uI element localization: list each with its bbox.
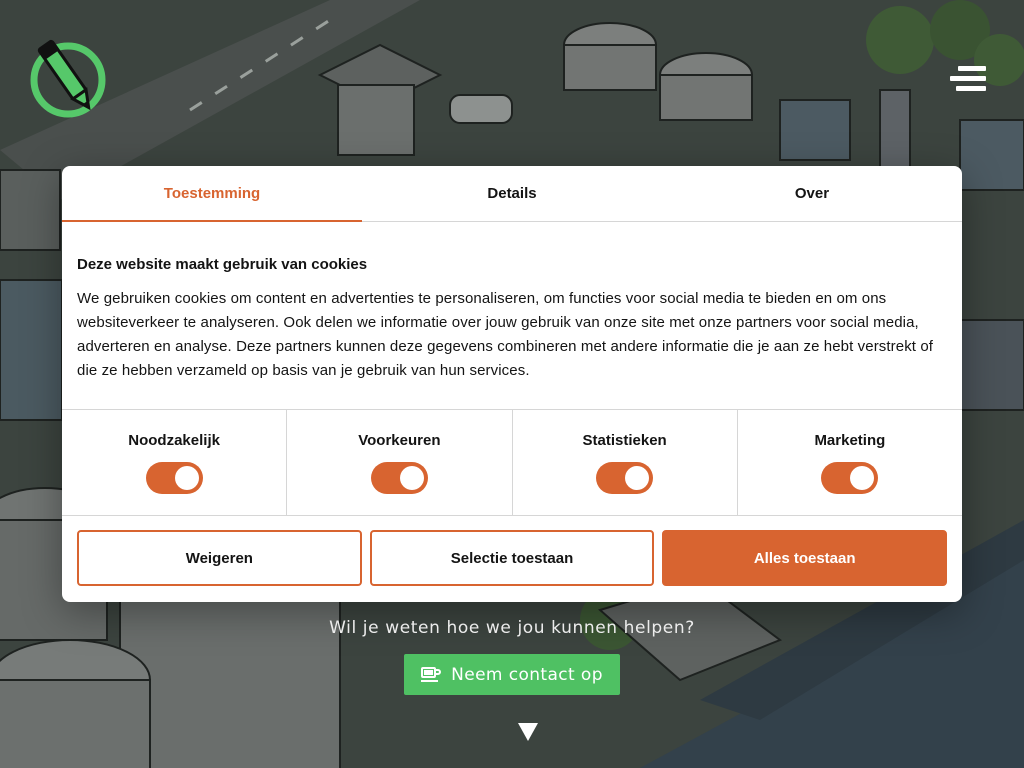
contact-button[interactable]: Neem contact op — [404, 654, 620, 695]
down-arrow-icon[interactable] — [517, 722, 539, 742]
hamburger-menu-icon[interactable] — [950, 66, 986, 100]
toggle-label-voorkeuren: Voorkeuren — [358, 432, 441, 449]
cookie-heading: Deze website maakt gebruik van cookies — [77, 256, 368, 273]
allow-selection-button[interactable]: Selectie toestaan — [369, 530, 655, 586]
tab-toestemming[interactable]: Toestemming — [62, 166, 362, 222]
cookie-description: Deze website maakt gebruik van cookies W… — [62, 222, 962, 409]
help-text: Wil je weten hoe we jou kunnen helpen? — [329, 618, 695, 638]
contact-button-label: Neem contact op — [451, 664, 603, 685]
switch-knob — [625, 466, 650, 490]
page: Toestemming Details Over Deze website ma… — [0, 0, 1024, 768]
cookie-category-toggles: Noodzakelijk Voorkeuren Statistieken Mar… — [62, 409, 962, 516]
toggle-switch-noodzakelijk[interactable] — [145, 462, 203, 494]
toggle-label-noodzakelijk: Noodzakelijk — [128, 432, 220, 449]
toggle-switch-marketing[interactable] — [821, 462, 879, 494]
toggle-cell-voorkeuren: Voorkeuren — [287, 410, 513, 515]
toggle-switch-voorkeuren[interactable] — [370, 462, 428, 494]
switch-knob — [850, 466, 875, 490]
tab-over[interactable]: Over — [662, 166, 962, 221]
switch-knob — [399, 466, 424, 490]
toggle-cell-marketing: Marketing — [738, 410, 962, 515]
toggle-switch-statistieken[interactable] — [596, 462, 654, 494]
cookie-tabs: Toestemming Details Over — [62, 166, 962, 222]
toggle-cell-statistieken: Statistieken — [513, 410, 738, 515]
deny-button[interactable]: Weigeren — [77, 530, 362, 586]
coffee-cup-icon — [421, 666, 442, 682]
toggle-label-marketing: Marketing — [814, 432, 886, 449]
cookie-body-text: We gebruiken cookies om content en adver… — [77, 290, 934, 379]
tab-details[interactable]: Details — [362, 166, 662, 221]
toggle-cell-noodzakelijk: Noodzakelijk — [62, 410, 288, 515]
toggle-label-statistieken: Statistieken — [582, 432, 667, 449]
cookie-buttons: Weigeren Selectie toestaan Alles toestaa… — [77, 530, 948, 586]
allow-all-button[interactable]: Alles toestaan — [662, 530, 948, 586]
switch-knob — [174, 466, 199, 490]
pencil-circle-logo-icon[interactable] — [26, 36, 110, 120]
cookie-consent-dialog: Toestemming Details Over Deze website ma… — [62, 166, 962, 602]
